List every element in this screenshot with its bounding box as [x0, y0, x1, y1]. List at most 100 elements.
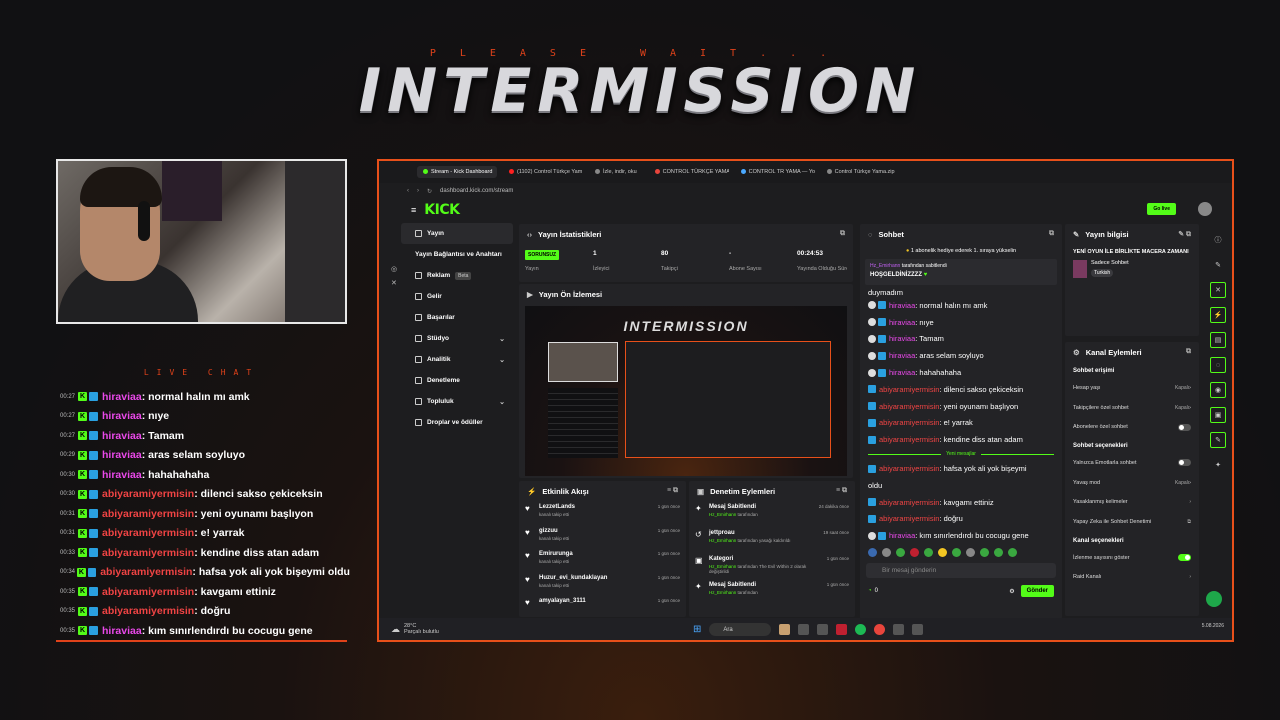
popout-icon[interactable]: ⧉ [1186, 348, 1191, 356]
chat-username[interactable]: abiyaramiyermisin [879, 514, 939, 523]
chat-username[interactable]: hiraviaa [889, 301, 915, 310]
go-live-button[interactable]: Go live [1147, 203, 1176, 215]
moderator-name[interactable]: Hz_Emirhann [709, 590, 736, 595]
taskbar-search[interactable]: Ara [709, 623, 772, 636]
chat-username[interactable]: abiyaramiyermisin [879, 464, 939, 473]
chat-username[interactable]: hiraviaa [889, 368, 915, 377]
channel-action-row[interactable]: Takipçilere özel sohbet Kapalı › [1065, 398, 1199, 418]
chevron-down-icon[interactable]: ⌄ [499, 398, 505, 406]
emote-icon[interactable] [1008, 548, 1017, 558]
chat-message-input[interactable]: Bir mesaj gönderin [866, 563, 1056, 579]
wrench-tool-icon[interactable]: ✎ [1210, 432, 1226, 448]
sidebar-item[interactable]: Topluluk ⌄ [401, 391, 513, 412]
sidebar-item[interactable]: Başarılar [401, 307, 513, 328]
settings-icon[interactable]: ⚙ [1009, 588, 1014, 595]
chat-username[interactable]: hiraviaa [889, 334, 915, 343]
channel-action-row[interactable]: Hesap yaşı Kapalı › [1065, 378, 1199, 398]
emote-icon[interactable] [882, 548, 891, 558]
emote-icon[interactable] [910, 548, 919, 558]
spotify-icon[interactable] [855, 624, 867, 635]
url-text[interactable]: dashboard.kick.com/stream [440, 188, 513, 194]
browser-tab[interactable]: CONTROL TR YAMA — Yo [735, 166, 815, 178]
emote-icon[interactable] [896, 548, 905, 558]
preview-video[interactable]: INTERMISSION [525, 306, 847, 476]
app-icon[interactable] [893, 624, 905, 635]
forward-icon[interactable]: › [417, 188, 419, 194]
start-icon[interactable]: ⊞ [693, 624, 701, 635]
bolt-tool-icon[interactable]: ⚡ [1210, 307, 1226, 323]
browser-tab[interactable]: (1102) Control Türkçe Yam [503, 166, 583, 178]
sidebar-item[interactable]: Reklam Beta [401, 265, 513, 286]
document-tool-icon[interactable]: ▤ [1210, 332, 1226, 348]
weather-widget[interactable]: ☁ 28°C Parçalı bulutlu [379, 623, 439, 635]
chat-username[interactable]: hiraviaa [889, 318, 915, 327]
toggle-switch[interactable] [1178, 554, 1191, 562]
chat-username[interactable]: hiraviaa [889, 351, 915, 360]
gift-banner[interactable]: ● 1 abonelik hediye ederek 1. sıraya yük… [860, 244, 1062, 257]
instagram-icon[interactable]: ◎ [391, 263, 399, 277]
chevron-down-icon[interactable]: ⌄ [499, 335, 505, 343]
activity-name[interactable]: gizzuu [539, 528, 569, 534]
browser-tab[interactable]: CONTROL TÜRKÇE YAMA [649, 166, 729, 178]
activity-name[interactable]: LezzetLands [539, 504, 575, 510]
app-icon[interactable] [817, 624, 829, 635]
chat-tool-icon[interactable]: ◌ [1210, 357, 1226, 373]
moderator-name[interactable]: Hz_Emirhann [709, 512, 736, 517]
info-icon[interactable]: ⓘ [1210, 232, 1226, 248]
channel-action-row[interactable]: Yalnızca Emotlarla sohbet [1065, 453, 1199, 473]
channel-action-row[interactable]: İzlenme sayısını göster [1065, 548, 1199, 568]
x-tool-icon[interactable]: ✕ [1210, 282, 1226, 298]
channel-action-row[interactable]: Yavaş mod Kapalı › [1065, 473, 1199, 493]
help-icon[interactable] [1206, 591, 1222, 607]
activity-name[interactable]: Emirurunga [539, 551, 573, 557]
pen-icon[interactable]: ✎ [1210, 257, 1226, 273]
chrome-icon[interactable] [874, 624, 886, 635]
emote-icon[interactable] [966, 548, 975, 558]
x-icon[interactable]: ✕ [391, 277, 399, 291]
chevron-down-icon[interactable]: ⌄ [499, 356, 505, 364]
emote-icon[interactable] [868, 548, 877, 558]
browser-tab[interactable]: İzle, indir, oku [589, 166, 643, 178]
moderator-name[interactable]: Hz_Emirhann [709, 538, 736, 543]
toggle-switch[interactable] [1178, 459, 1191, 467]
popout-icon[interactable]: ⧉ [1049, 230, 1054, 238]
emote-icon[interactable] [980, 548, 989, 558]
emote-icon[interactable] [924, 548, 933, 558]
channel-action-row[interactable]: Abonelere özel sohbet [1065, 417, 1199, 437]
toggle-switch[interactable] [1178, 423, 1191, 431]
app-icon[interactable] [779, 624, 791, 635]
chat-username[interactable]: abiyaramiyermisin [879, 498, 939, 507]
channel-action-row[interactable]: Raid Kanalı › [1065, 568, 1199, 588]
pinned-message[interactable]: Hz_Emirhann tarafından sabitlendi HOŞGEL… [865, 259, 1057, 285]
menu-icon[interactable]: ≡ [411, 205, 416, 215]
taskbar-clock[interactable]: 5.08.2026 [1202, 623, 1224, 629]
app-icon[interactable] [798, 624, 810, 635]
channel-action-row[interactable]: Yapay Zeka ile Sohbet Denetimi ⧉ [1065, 512, 1199, 532]
chat-username[interactable]: abiyaramiyermisin [879, 435, 939, 444]
sidebar-item[interactable]: Yayın [401, 223, 513, 244]
kick-logo[interactable]: KICK [424, 202, 460, 218]
chat-username[interactable]: abiyaramiyermisin [879, 402, 939, 411]
emote-icon[interactable] [938, 548, 947, 558]
chat-username[interactable]: hiraviaa [889, 531, 915, 540]
sidebar-item[interactable]: Denetleme [401, 370, 513, 391]
activity-name[interactable]: Huzur_evi_kundaklayan [539, 575, 607, 581]
channel-action-row[interactable]: Yasaklanmış kelimeler › [1065, 492, 1199, 512]
activity-name[interactable]: amyalayan_3111 [539, 598, 586, 604]
filter-icon[interactable]: ≡ ⧉ [836, 487, 847, 495]
add-widget-icon[interactable]: ✦ [1210, 457, 1226, 473]
sidebar-item[interactable]: Droplar ve ödüller [401, 412, 513, 433]
broadcast-tool-icon[interactable]: ◉ [1210, 382, 1226, 398]
sidebar-item[interactable]: Stüdyo ⌄ [401, 328, 513, 349]
back-icon[interactable]: ‹ [407, 188, 409, 194]
browser-tab[interactable]: Stream - Kick Dashboard [417, 166, 497, 178]
shield-tool-icon[interactable]: ▣ [1210, 407, 1226, 423]
sidebar-item[interactable]: Gelir [401, 286, 513, 307]
sidebar-item[interactable]: Analitik ⌄ [401, 349, 513, 370]
address-bar[interactable]: ‹ › ↻ dashboard.kick.com/stream [379, 183, 1232, 199]
browser-tab[interactable]: Control Türkçe Yama.zip [821, 166, 901, 178]
emote-bar[interactable] [860, 544, 1062, 561]
popout-icon[interactable]: ⧉ [840, 230, 845, 238]
chat-username[interactable]: abiyaramiyermisin [879, 418, 939, 427]
send-button[interactable]: Gönder [1020, 585, 1054, 598]
